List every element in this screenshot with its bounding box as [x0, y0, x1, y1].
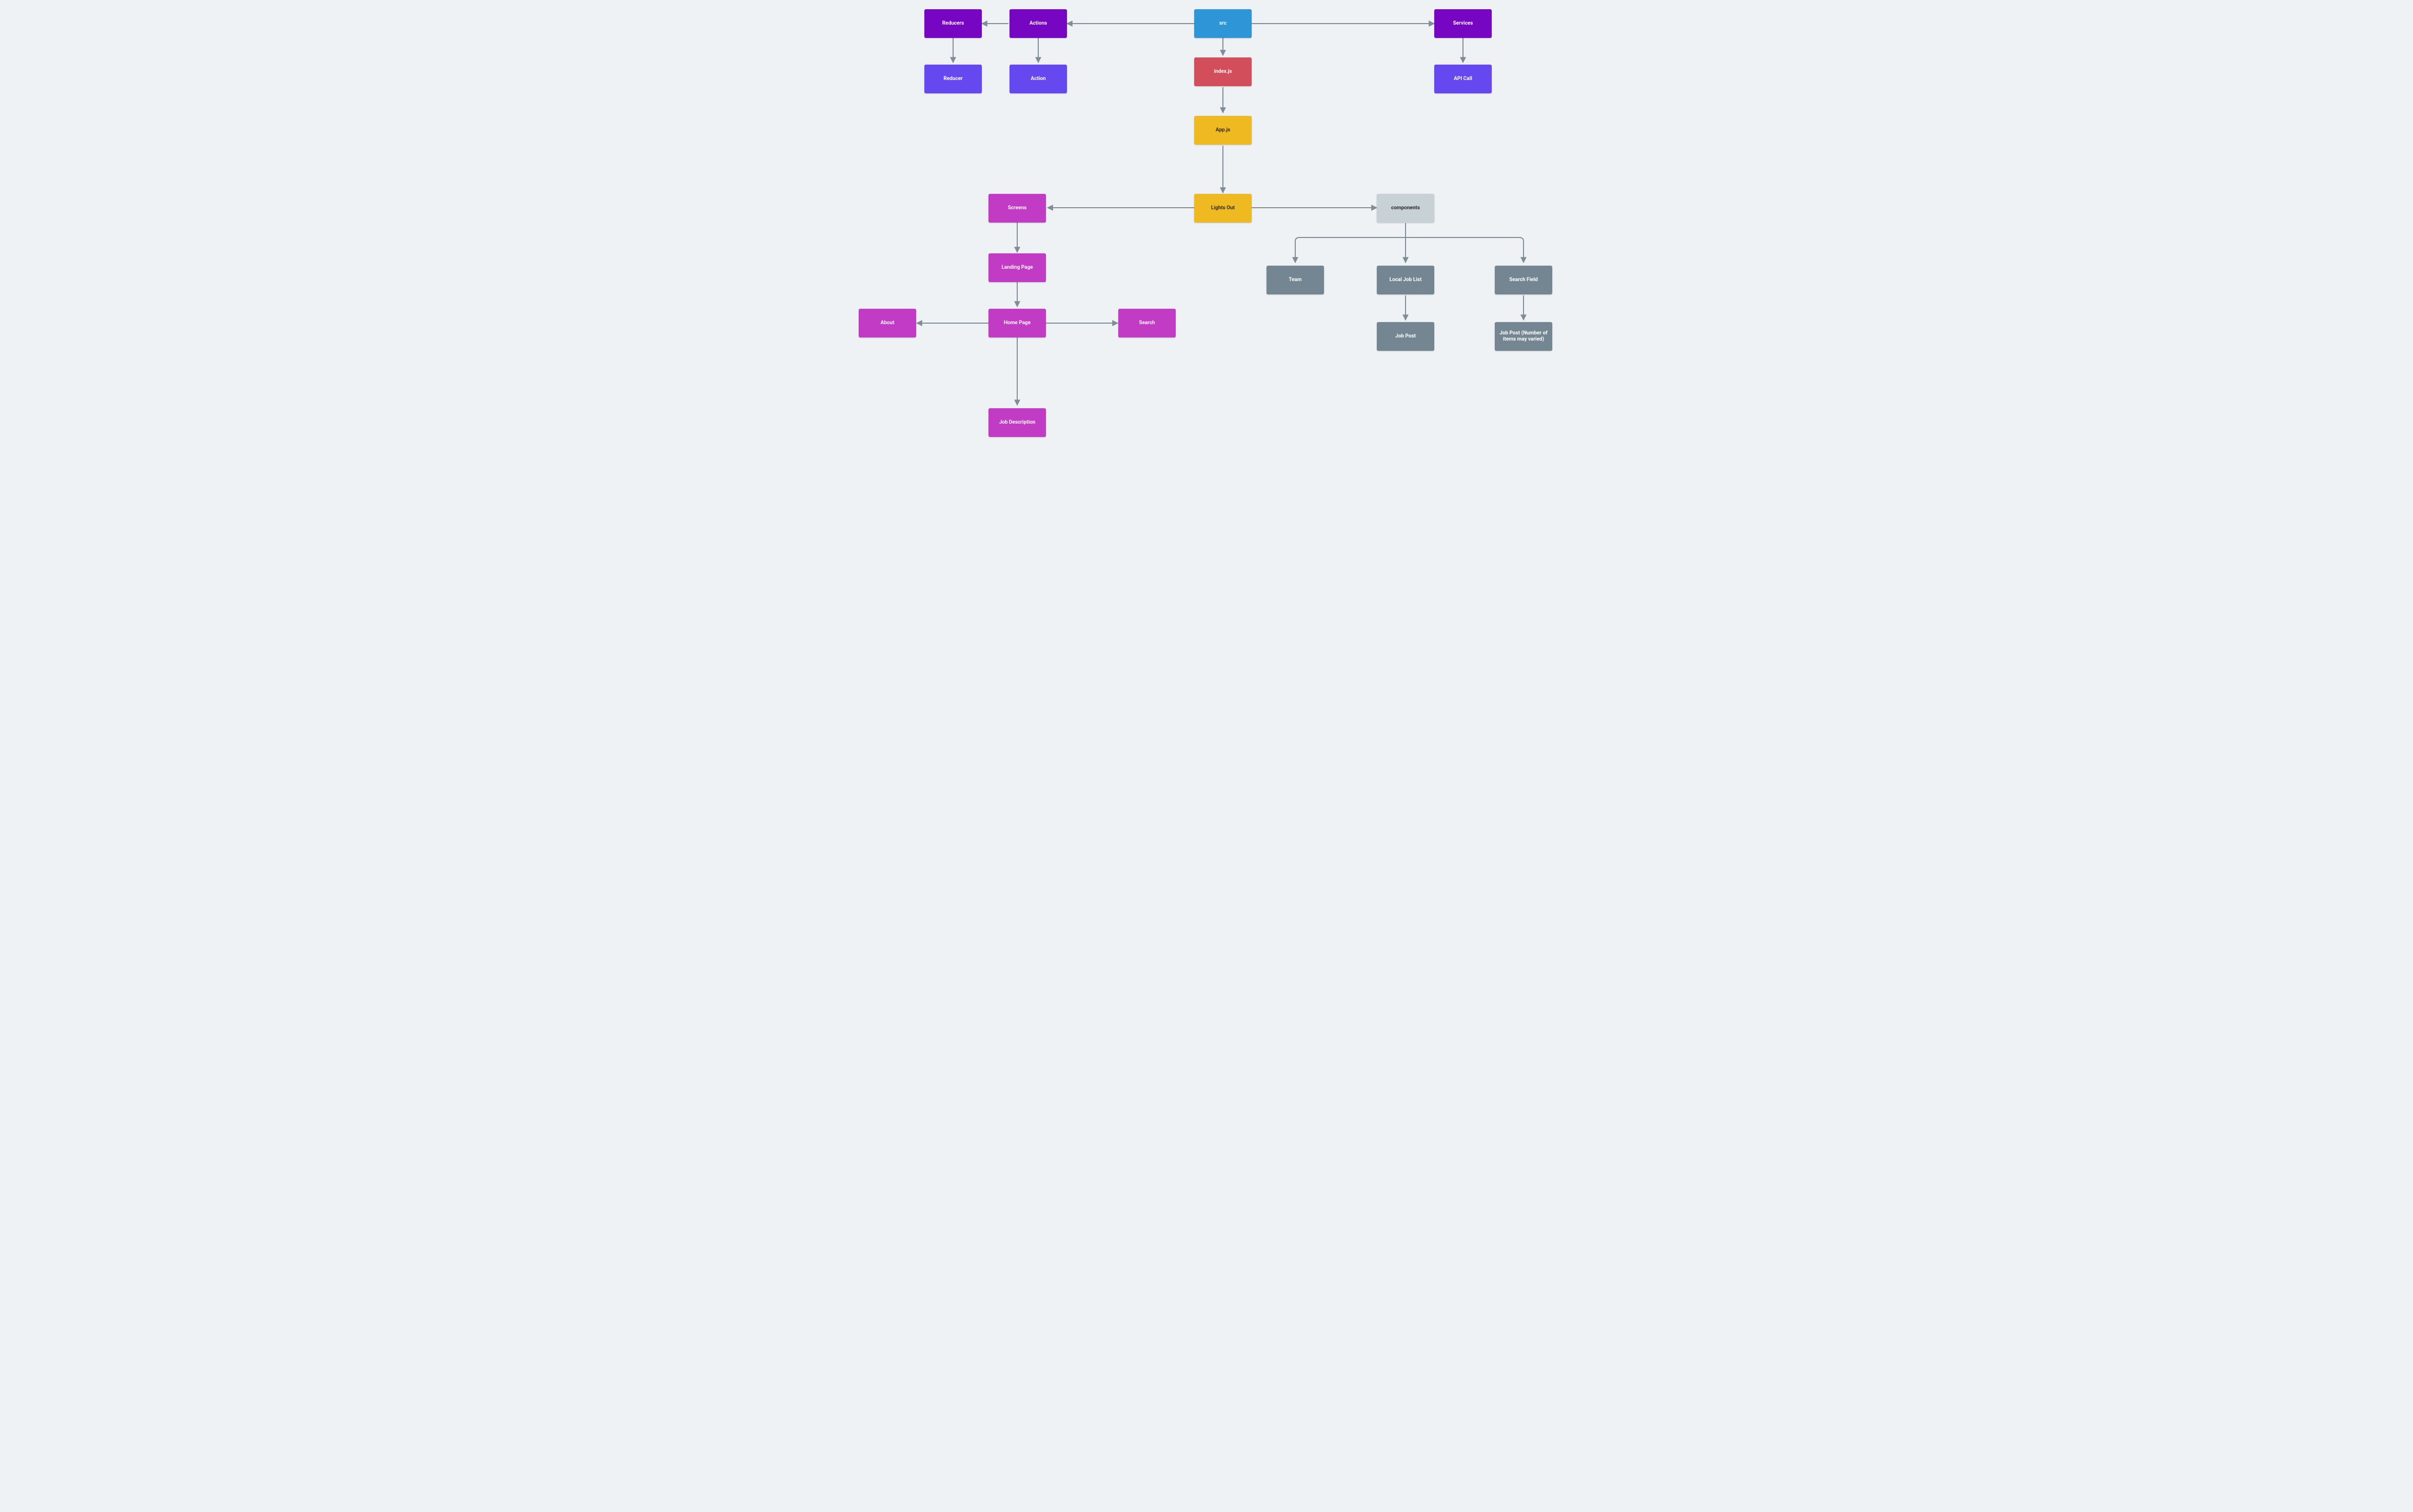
- diagram-canvas: Reducers Actions src Services Reducer Ac…: [847, 0, 1566, 451]
- node-localjoblist[interactable]: Local Job List: [1377, 266, 1434, 294]
- node-label: Job Post: [1395, 333, 1416, 340]
- node-label: components: [1391, 205, 1420, 211]
- node-src[interactable]: src: [1194, 9, 1252, 38]
- node-jobdesc[interactable]: Job Description: [988, 408, 1046, 437]
- node-reducer[interactable]: Reducer: [924, 65, 982, 93]
- node-label: Services: [1453, 21, 1473, 27]
- node-action[interactable]: Action: [1010, 65, 1067, 93]
- node-label: Local Job List: [1390, 277, 1422, 283]
- node-label: Search: [1139, 320, 1155, 326]
- node-label: index.js: [1214, 69, 1232, 75]
- node-jobpostvar[interactable]: Job Post (Number of items may varied): [1495, 322, 1552, 351]
- node-label: About: [881, 320, 895, 326]
- node-lightsout[interactable]: Lights Out: [1194, 194, 1252, 223]
- node-landingpage[interactable]: Landing Page: [988, 253, 1046, 282]
- node-label: App.js: [1216, 127, 1230, 133]
- node-label: Search Field: [1509, 277, 1538, 283]
- node-label: Actions: [1030, 21, 1047, 27]
- node-components[interactable]: components: [1377, 194, 1434, 223]
- node-homepage[interactable]: Home Page: [988, 309, 1046, 337]
- node-label: API Call: [1454, 76, 1472, 82]
- node-label: Job Post (Number of items may varied): [1498, 330, 1549, 343]
- node-about[interactable]: About: [859, 309, 916, 337]
- node-apicall[interactable]: API Call: [1434, 65, 1492, 93]
- node-indexjs[interactable]: index.js: [1194, 57, 1252, 86]
- node-label: Job Description: [999, 420, 1036, 426]
- node-jobpost[interactable]: Job Post: [1377, 322, 1434, 351]
- node-screens[interactable]: Screens: [988, 194, 1046, 223]
- node-searchfield[interactable]: Search Field: [1495, 266, 1552, 294]
- node-search[interactable]: Search: [1118, 309, 1176, 337]
- node-services[interactable]: Services: [1434, 9, 1492, 38]
- node-label: Home Page: [1004, 320, 1031, 326]
- node-label: Reducers: [942, 21, 964, 27]
- node-reducers[interactable]: Reducers: [924, 9, 982, 38]
- node-label: Action: [1031, 76, 1045, 82]
- node-label: Landing Page: [1001, 265, 1033, 271]
- node-label: src: [1219, 21, 1227, 27]
- node-label: Team: [1289, 277, 1301, 283]
- node-team[interactable]: Team: [1267, 266, 1324, 294]
- node-appjs[interactable]: App.js: [1194, 116, 1252, 145]
- node-label: Screens: [1008, 205, 1026, 211]
- node-actions[interactable]: Actions: [1010, 9, 1067, 38]
- node-label: Reducer: [943, 76, 962, 82]
- node-label: Lights Out: [1211, 205, 1235, 211]
